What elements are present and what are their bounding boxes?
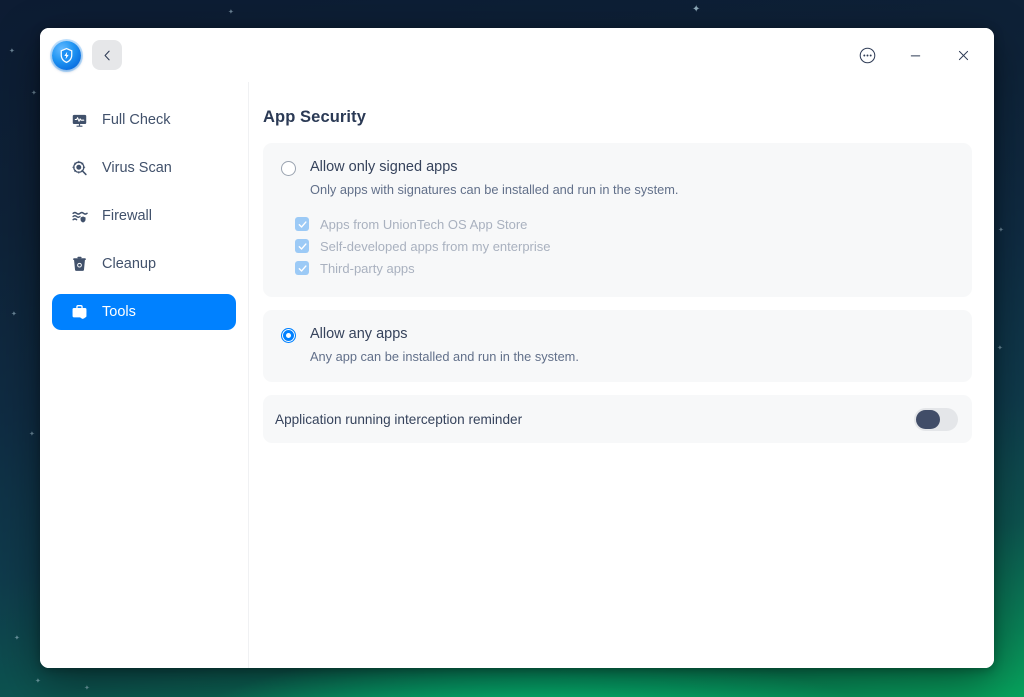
checkbox-enterprise-apps[interactable] [295,239,309,253]
sidebar-item-label: Firewall [102,208,152,224]
check-icon [298,242,307,250]
star-decoration: ✦ [35,678,41,685]
star-decoration: ✦ [228,9,234,16]
trash-bin-icon [70,255,88,273]
interception-reminder-toggle[interactable] [914,407,958,431]
radio-allow-only-signed-apps[interactable] [281,161,296,176]
star-decoration: ✦ [31,90,37,97]
back-button[interactable] [92,40,122,70]
toggle-knob [916,409,940,429]
desktop-wallpaper: ✦ ✦ ✦ ✦ ✦ ✦ ✦ ✦ ✦ ✦ ✦ Full Check Virus S… [0,0,1024,697]
option-card-signed-apps[interactable]: Allow only signed apps Only apps with si… [263,143,972,297]
more-options-icon [859,47,875,63]
list-item[interactable]: Third-party apps [295,257,954,279]
sidebar-item-label: Cleanup [102,256,157,272]
star-decoration: ✦ [692,4,701,15]
sidebar-navigation: Full Check Virus Scan Firewall Cleanup T… [40,82,248,668]
more-options-button[interactable] [852,40,882,70]
sidebar-item-virus-scan[interactable]: Virus Scan [52,150,236,186]
interception-reminder-label: Application running interception reminde… [275,411,523,427]
option-description: Any app can be installed and run in the … [310,349,579,364]
monitor-pulse-icon [70,111,88,129]
content-panel: App Security Allow only signed apps Only… [248,82,994,668]
window-titlebar [40,28,994,82]
close-button[interactable] [948,40,978,70]
virus-magnifier-icon [70,159,88,177]
shield-bolt-icon [52,40,81,70]
check-icon [298,220,307,228]
option-title: Allow any apps [310,326,408,342]
list-item-label: Third-party apps [320,260,415,276]
option-description: Only apps with signatures can be install… [310,182,679,197]
sidebar-item-label: Full Check [102,112,171,128]
checkbox-third-party-apps[interactable] [295,261,309,275]
star-decoration: ✦ [9,48,15,55]
sidebar-item-tools[interactable]: Tools [52,294,236,330]
minimize-button[interactable] [900,40,930,70]
application-window: Full Check Virus Scan Firewall Cleanup T… [40,28,994,668]
radio-allow-any-apps[interactable] [281,328,296,343]
chevron-left-icon [104,50,110,60]
toolbox-shield-icon [70,303,88,321]
page-title: App Security [263,108,366,126]
option-text-group: Allow any apps Any app can be installed … [310,326,579,365]
sidebar-item-label: Virus Scan [102,160,172,176]
star-decoration: ✦ [29,431,35,438]
window-controls [852,40,984,70]
list-item[interactable]: Self-developed apps from my enterprise [295,235,954,257]
titlebar-left-group [52,40,122,70]
checkbox-app-store[interactable] [295,217,309,231]
minimize-icon [910,54,920,56]
check-icon [298,264,307,272]
star-decoration: ✦ [998,227,1004,234]
close-icon [958,50,968,60]
sidebar-item-full-check[interactable]: Full Check [52,102,236,138]
star-decoration: ✦ [11,311,17,318]
star-decoration: ✦ [14,635,20,642]
option-header: Allow any apps Any app can be installed … [281,326,954,365]
firewall-shield-icon [70,207,88,225]
star-decoration: ✦ [84,685,90,692]
option-text-group: Allow only signed apps Only apps with si… [310,159,678,198]
sidebar-item-label: Tools [102,304,136,320]
option-header: Allow only signed apps Only apps with si… [281,159,954,198]
sidebar-item-cleanup[interactable]: Cleanup [52,246,236,282]
list-item[interactable]: Apps from UnionTech OS App Store [295,213,954,235]
interception-reminder-row: Application running interception reminde… [263,395,972,443]
signed-apps-sources-list: Apps from UnionTech OS App Store Self-de… [295,213,954,279]
sidebar-item-firewall[interactable]: Firewall [52,198,236,234]
window-body: Full Check Virus Scan Firewall Cleanup T… [40,82,994,668]
list-item-label: Self-developed apps from my enterprise [320,238,551,254]
option-card-any-apps[interactable]: Allow any apps Any app can be installed … [263,310,972,382]
option-title: Allow only signed apps [310,159,458,175]
list-item-label: Apps from UnionTech OS App Store [320,216,528,232]
star-decoration: ✦ [997,345,1003,352]
